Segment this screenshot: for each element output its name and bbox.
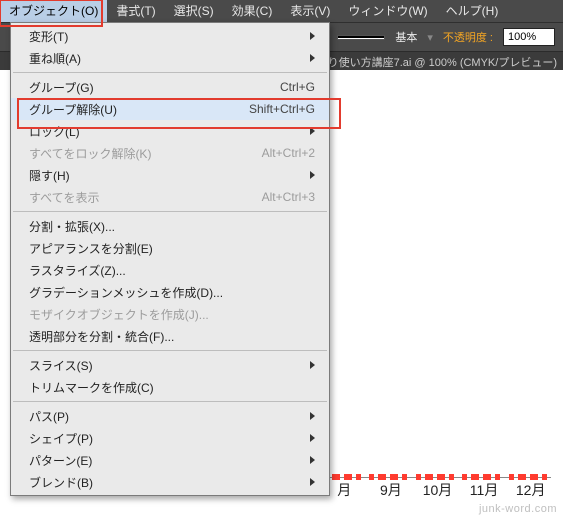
x-tick-label: 11月 <box>464 480 505 500</box>
menu-item-label: 透明部分を分割・統合(F)... <box>29 328 315 345</box>
menu-label: 表示(V) <box>290 4 330 18</box>
chevron-right-icon <box>310 434 315 442</box>
menu-item[interactable]: 透明部分を分割・統合(F)... <box>11 325 329 347</box>
x-tick-label: 月 <box>324 480 365 500</box>
menu-label: オブジェクト(O) <box>9 4 98 18</box>
menu-item-label: ロック(L) <box>29 123 304 140</box>
menu-separator <box>13 401 327 402</box>
menu-item[interactable]: トリムマークを作成(C) <box>11 376 329 398</box>
menu-item-label: パターン(E) <box>29 452 304 469</box>
menu-item[interactable]: 重ね順(A) <box>11 47 329 69</box>
menu-item[interactable]: グループ(G)Ctrl+G <box>11 76 329 98</box>
menu-item-label: トリムマークを作成(C) <box>29 379 315 396</box>
menu-item-label: 隠す(H) <box>29 167 304 184</box>
x-tick-label: 10月 <box>417 480 458 500</box>
watermark: junk-word.com <box>479 503 557 515</box>
menu-item: すべてをロック解除(K)Alt+Ctrl+2 <box>11 142 329 164</box>
bar-chart[interactable] <box>320 102 551 478</box>
menu-item[interactable]: パス(P) <box>11 405 329 427</box>
chevron-right-icon <box>310 478 315 486</box>
opacity-label: 不透明度 : <box>439 29 497 45</box>
menu-item[interactable]: 変形(T) <box>11 25 329 47</box>
menu-item-shortcut: Ctrl+G <box>280 80 315 94</box>
menu-item-label: グループ解除(U) <box>29 101 249 118</box>
menu-item-label: 分割・拡張(X)... <box>29 218 315 235</box>
menu-effect[interactable]: 効果(C) <box>223 0 282 22</box>
x-axis-labels: 月 9月10月 11月12月 <box>320 480 551 500</box>
opacity-field[interactable]: 100% <box>503 28 555 46</box>
menu-item-label: アピアランスを分割(E) <box>29 240 315 257</box>
chevron-right-icon <box>310 456 315 464</box>
stroke-preview[interactable] <box>337 35 385 40</box>
chevron-right-icon <box>310 171 315 179</box>
menu-item-label: シェイプ(P) <box>29 430 304 447</box>
chevron-right-icon <box>310 127 315 135</box>
menu-item[interactable]: 分割・拡張(X)... <box>11 215 329 237</box>
menu-label: 書式(T) <box>116 4 155 18</box>
menu-label: ウィンドウ(W) <box>348 4 427 18</box>
menu-item[interactable]: スライス(S) <box>11 354 329 376</box>
menu-item-label: ブレンド(B) <box>29 474 304 491</box>
menu-label: 効果(C) <box>232 4 273 18</box>
stroke-style-label: 基本 <box>391 29 421 45</box>
menu-label: ヘルプ(H) <box>446 4 499 18</box>
menu-item: モザイクオブジェクトを作成(J)... <box>11 303 329 325</box>
menu-object[interactable]: オブジェクト(O) <box>0 0 107 22</box>
chevron-right-icon <box>310 412 315 420</box>
menu-select[interactable]: 選択(S) <box>165 0 223 22</box>
menu-item-shortcut: Alt+Ctrl+2 <box>262 146 315 160</box>
menu-item[interactable]: アピアランスを分割(E) <box>11 237 329 259</box>
menu-item-label: すべてを表示 <box>29 189 262 206</box>
menu-window[interactable]: ウィンドウ(W) <box>339 0 436 22</box>
menu-item[interactable]: ラスタライズ(Z)... <box>11 259 329 281</box>
menu-item-shortcut: Alt+Ctrl+3 <box>262 190 315 204</box>
menu-item[interactable]: グラデーションメッシュを作成(D)... <box>11 281 329 303</box>
menu-item-shortcut: Shift+Ctrl+G <box>249 102 315 116</box>
menu-item[interactable]: グループ解除(U)Shift+Ctrl+G <box>11 98 329 120</box>
menu-separator <box>13 350 327 351</box>
menu-item-label: すべてをロック解除(K) <box>29 145 262 162</box>
chevron-right-icon <box>310 361 315 369</box>
object-dropdown-menu[interactable]: 変形(T)重ね順(A)グループ(G)Ctrl+Gグループ解除(U)Shift+C… <box>10 22 330 496</box>
document-tab[interactable]: り使い方講座7.ai @ 100% (CMYK/プレビュー) <box>328 54 557 70</box>
menu-item-label: 重ね順(A) <box>29 50 304 67</box>
menu-item-label: スライス(S) <box>29 357 304 374</box>
menu-item-label: 変形(T) <box>29 28 304 45</box>
menubar: オブジェクト(O) 書式(T) 選択(S) 効果(C) 表示(V) ウィンドウ(… <box>0 0 563 22</box>
menu-item[interactable]: 隠す(H) <box>11 164 329 186</box>
menu-item[interactable]: ロック(L) <box>11 120 329 142</box>
menu-separator <box>13 72 327 73</box>
menu-item[interactable]: パターン(E) <box>11 449 329 471</box>
menu-item-label: ラスタライズ(Z)... <box>29 262 315 279</box>
menu-item: すべてを表示Alt+Ctrl+3 <box>11 186 329 208</box>
menu-item-label: グループ(G) <box>29 79 280 96</box>
menu-item[interactable]: ブレンド(B) <box>11 471 329 493</box>
menu-view[interactable]: 表示(V) <box>281 0 339 22</box>
menu-item-label: グラデーションメッシュを作成(D)... <box>29 284 315 301</box>
menu-label: 選択(S) <box>174 4 214 18</box>
menu-item[interactable]: シェイプ(P) <box>11 427 329 449</box>
menu-separator <box>13 211 327 212</box>
menu-item-label: モザイクオブジェクトを作成(J)... <box>29 306 315 323</box>
x-tick-label: 9月 <box>371 480 412 500</box>
chevron-right-icon <box>310 54 315 62</box>
chevron-right-icon <box>310 32 315 40</box>
menu-format[interactable]: 書式(T) <box>107 0 164 22</box>
menu-help[interactable]: ヘルプ(H) <box>437 0 508 22</box>
x-tick-label: 12月 <box>510 480 551 500</box>
menu-item-label: パス(P) <box>29 408 304 425</box>
